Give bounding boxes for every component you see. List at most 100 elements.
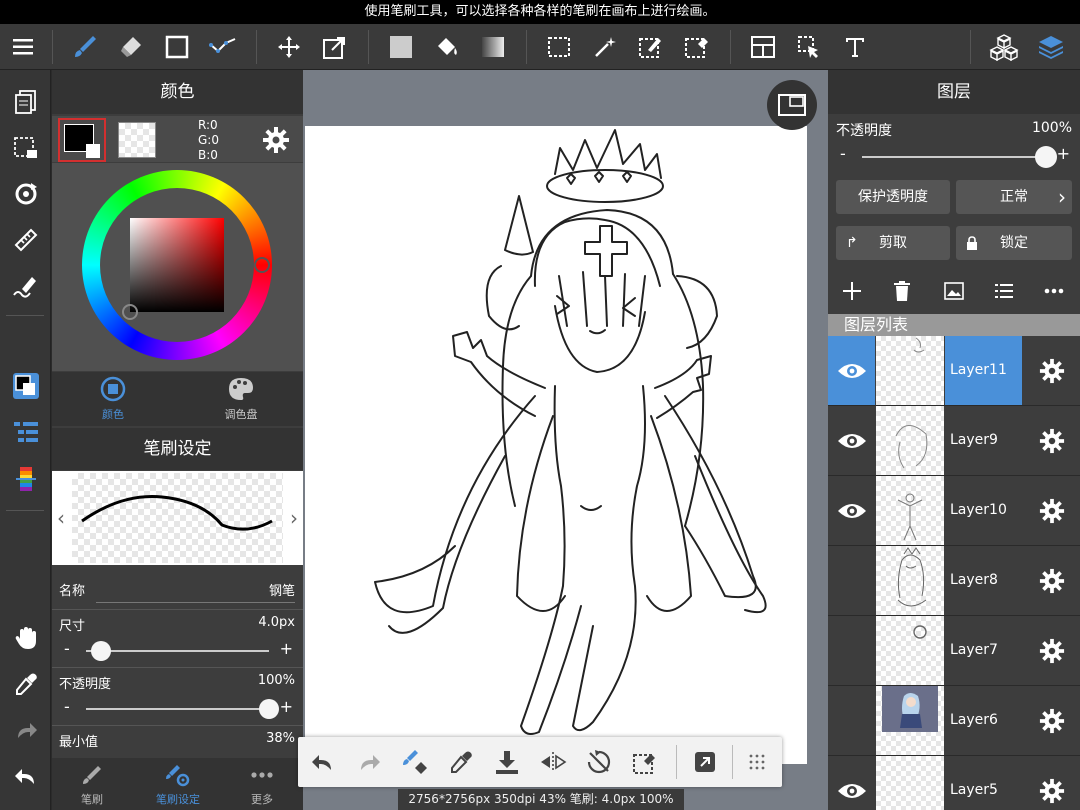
primary-swatch[interactable] xyxy=(58,118,106,162)
layer-settings-button[interactable] xyxy=(1024,686,1080,755)
opacity-slider-knob[interactable] xyxy=(259,699,279,719)
layer-settings-button[interactable] xyxy=(1024,476,1080,545)
ruler-button[interactable] xyxy=(0,220,51,260)
lock-button[interactable]: 锁定 xyxy=(956,226,1072,260)
move-tool-button[interactable] xyxy=(266,24,312,70)
shape-tool-button[interactable] xyxy=(154,24,200,70)
share-button[interactable] xyxy=(682,737,728,787)
color-settings-button[interactable] xyxy=(258,122,294,158)
rotation-lock-button[interactable] xyxy=(576,737,622,787)
blend-mode-button[interactable]: 正常 › xyxy=(956,180,1072,214)
canvas-eyedropper-button[interactable] xyxy=(438,737,484,787)
tab-brush[interactable]: 笔刷 xyxy=(52,758,132,810)
size-slider[interactable] xyxy=(86,650,269,652)
select-eraser-button[interactable] xyxy=(674,24,720,70)
size-plus-button[interactable]: + xyxy=(280,639,293,658)
layer-row[interactable]: Layer5 xyxy=(828,756,1080,810)
undo-side-button[interactable] xyxy=(0,756,51,796)
layer-opacity-knob[interactable] xyxy=(1035,146,1057,168)
size-slider-knob[interactable] xyxy=(90,641,111,661)
layer-visibility-toggle[interactable] xyxy=(828,546,875,615)
layer-settings-button[interactable] xyxy=(1024,616,1080,685)
bucket-tool-button[interactable] xyxy=(424,24,470,70)
secondary-swatch[interactable] xyxy=(118,122,156,158)
tab-palette[interactable]: 调色盘 xyxy=(200,372,282,426)
layer-more-button[interactable] xyxy=(1034,270,1074,312)
brush-list-button[interactable] xyxy=(0,412,51,452)
layer-visibility-toggle[interactable] xyxy=(828,756,875,810)
redo-side-button[interactable] xyxy=(0,710,51,750)
flip-button[interactable] xyxy=(530,737,576,787)
add-layer-button[interactable] xyxy=(832,270,872,312)
layer-visibility-toggle[interactable] xyxy=(828,476,875,545)
color-panel-button[interactable] xyxy=(0,366,51,406)
color-set-button[interactable] xyxy=(0,460,51,500)
clear-select-button[interactable] xyxy=(622,737,668,787)
layer-settings-button[interactable] xyxy=(1024,546,1080,615)
redo-button[interactable] xyxy=(346,737,392,787)
tab-color[interactable]: 颜色 xyxy=(72,372,154,426)
canvas-view-toggle-button[interactable] xyxy=(767,80,817,130)
delete-layer-button[interactable] xyxy=(882,270,922,312)
layer-list-button[interactable] xyxy=(984,270,1024,312)
layer-opacity-minus-button[interactable]: - xyxy=(840,144,846,163)
layer-visibility-toggle[interactable] xyxy=(828,336,875,405)
saturation-value-square[interactable] xyxy=(130,218,224,312)
layer-opacity-slider[interactable] xyxy=(862,156,1046,158)
opacity-minus-button[interactable]: - xyxy=(64,697,70,716)
protect-alpha-button[interactable]: 保护透明度 xyxy=(836,180,950,214)
drawing-canvas[interactable] xyxy=(305,126,807,764)
layer-image-button[interactable] xyxy=(934,270,974,312)
operation-tool-button[interactable] xyxy=(786,24,832,70)
preview-prev-button[interactable]: ‹ xyxy=(52,501,70,535)
layer-row[interactable]: Layer11 xyxy=(828,336,1080,406)
layers-toggle-button[interactable] xyxy=(1028,24,1074,70)
layer-opacity-plus-button[interactable]: + xyxy=(1057,144,1070,163)
layer-row[interactable]: Layer7 xyxy=(828,616,1080,686)
canvas-area[interactable] xyxy=(303,70,828,810)
grid-menu-button[interactable] xyxy=(734,737,780,787)
gradient-tool-button[interactable] xyxy=(470,24,516,70)
layer-thumbnail[interactable] xyxy=(876,476,944,545)
layer-settings-button[interactable] xyxy=(1024,756,1080,810)
preview-next-button[interactable]: › xyxy=(285,501,303,535)
eraser-tool-button[interactable] xyxy=(108,24,154,70)
opacity-slider[interactable] xyxy=(86,708,269,710)
eyedropper-side-button[interactable] xyxy=(0,664,51,704)
layer-row[interactable]: Layer9 xyxy=(828,406,1080,476)
brush-name-row[interactable]: 名称 钢笔 xyxy=(52,570,303,610)
snap-button[interactable] xyxy=(0,174,51,214)
clip-button[interactable]: ↱ 剪取 xyxy=(836,226,950,260)
layer-thumbnail[interactable] xyxy=(876,756,944,810)
vector-tool-button[interactable] xyxy=(200,24,246,70)
opacity-plus-button[interactable]: + xyxy=(280,697,293,716)
text-tool-button[interactable] xyxy=(832,24,878,70)
correction-button[interactable] xyxy=(0,266,51,306)
select-tool-button[interactable] xyxy=(536,24,582,70)
fill-color-button[interactable] xyxy=(378,24,424,70)
layer-thumbnail[interactable] xyxy=(876,686,944,755)
save-button[interactable] xyxy=(484,737,530,787)
color-handle[interactable] xyxy=(122,304,138,320)
hand-tool-button[interactable] xyxy=(0,618,51,658)
tab-more[interactable]: 更多 xyxy=(222,758,302,810)
layer-thumbnail[interactable] xyxy=(876,616,944,685)
layer-thumbnail[interactable] xyxy=(876,336,944,405)
layer-settings-button[interactable] xyxy=(1024,406,1080,475)
layer-visibility-toggle[interactable] xyxy=(828,616,875,685)
frame-tool-button[interactable] xyxy=(740,24,786,70)
brush-tool-button[interactable] xyxy=(62,24,108,70)
tab-brush-settings[interactable]: 笔刷设定 xyxy=(138,758,218,810)
material-button[interactable] xyxy=(980,24,1028,70)
layer-thumbnail[interactable] xyxy=(876,406,944,475)
layer-row[interactable]: Layer8 xyxy=(828,546,1080,616)
brush-eraser-toggle-button[interactable] xyxy=(392,737,438,787)
layer-visibility-toggle[interactable] xyxy=(828,686,875,755)
layer-row[interactable]: Layer10 xyxy=(828,476,1080,546)
layer-settings-button[interactable] xyxy=(1024,336,1080,405)
layer-visibility-toggle[interactable] xyxy=(828,406,875,475)
layer-thumbnail[interactable] xyxy=(876,546,944,615)
undo-button[interactable] xyxy=(300,737,346,787)
layer-row[interactable]: Layer6 xyxy=(828,686,1080,756)
magic-wand-button[interactable] xyxy=(582,24,628,70)
